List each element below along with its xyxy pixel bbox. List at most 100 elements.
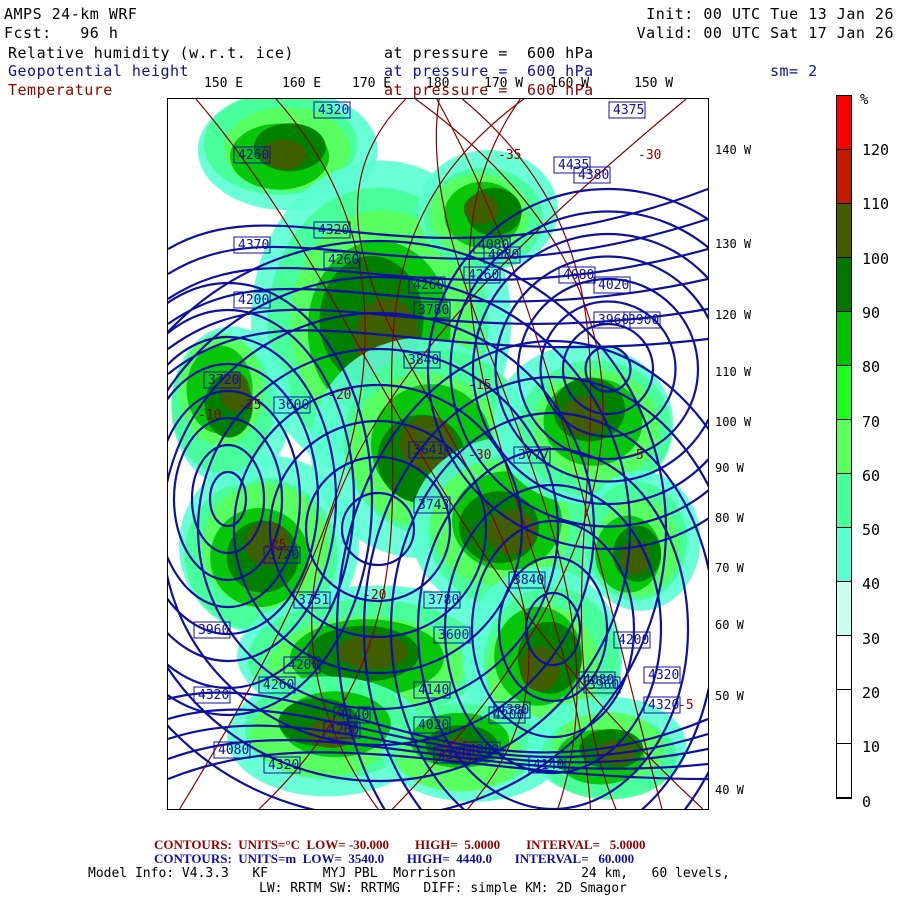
height-label: 3743 [418,498,449,513]
colorbar-label: 70 [862,412,881,431]
temperature-label: -30 [468,448,491,463]
height-label: 4320 [268,758,299,773]
humidity-area [337,634,408,670]
temperature-label: -35 [498,148,521,163]
height-label: 3840 [408,353,439,368]
colorbar-label: 90 [862,303,881,322]
temperature-label: -25 [263,538,286,553]
height-label: 4080 [488,248,519,263]
colorbar-label: 20 [862,684,881,702]
height-label: 4140 [533,758,564,773]
height-label: 4140 [418,683,449,698]
colorbar-label: 100 [862,249,890,268]
colorbar-segment [837,528,851,582]
colorbar-label: 80 [862,358,881,377]
colorbar-segment [837,312,851,366]
height-label: 4140 [338,708,369,723]
colorbar-segment [837,636,851,690]
height-label: 4380 [578,168,609,183]
colorbar-label: 30 [862,629,881,648]
height-label: 3900 [628,313,659,328]
lat-label: 90 W [715,461,744,475]
colorbar-segment [837,420,851,474]
colorbar-segment [837,690,851,744]
temperature-label: -20 [328,388,351,403]
forecast-hour: Fcst: 96 h [4,24,119,42]
height-label: 4260 [328,723,359,738]
colorbar [836,95,852,799]
height-label: 3600 [438,628,469,643]
model-info: Model Info: V4.3.3 KF MYJ PBL Morrison 2… [88,866,730,881]
colorbar-label: 10 [862,738,881,757]
height-label: 4200 [288,658,319,673]
lat-label: 130 W [715,237,752,251]
temperature-label: -10 [198,408,221,423]
temperature-label: -15 [468,378,491,393]
lon-label: 150 E [204,76,244,91]
height-label: 4320 [318,103,349,118]
colorbar-segment [837,474,851,528]
height-label: 4370 [238,238,269,253]
lat-label: 120 W [715,308,752,322]
temperature-label: -25 [238,398,261,413]
height-label: 4380 [438,748,469,763]
colorbar-segment [837,366,851,420]
height-label: 4260 [328,253,359,268]
lat-label: 60 W [715,618,744,632]
colorbar-label: 40 [862,575,881,594]
colorbar-unit: % [860,92,869,108]
field-rh-level: at pressure = 600 hPa [384,44,594,62]
height-label: 3960 [598,313,629,328]
height-label: 4260 [468,268,499,283]
height-label: 4320 [318,223,349,238]
lon-label: 160 E [282,76,322,91]
field-temperature-level: at pressure = 600 hPa [384,81,594,99]
height-label: 4320 [198,688,229,703]
lat-label: 80 W [715,511,744,525]
lat-label: 70 W [715,561,744,575]
colorbar-segment [837,744,851,798]
height-contour-info: CONTOURS: UNITS=m LOW= 3540.0 HIGH= 4440… [154,851,635,866]
temperature-label: -5 [628,448,644,463]
colorbar-label: 120 [862,141,890,159]
height-label: 3641 [413,443,444,458]
height-label: 4380 [498,703,529,718]
height-label: 3777 [518,448,549,463]
height-label: 3600 [278,398,309,413]
lat-label: 40 W [715,783,744,797]
colorbar-segment [837,204,851,258]
lat-label: 140 W [715,143,752,157]
field-height: Geopotential height [8,62,190,80]
colorbar-segment [837,150,851,204]
height-label: 3720 [208,373,239,388]
height-label: 4320 [648,698,679,713]
height-label: 4020 [418,718,449,733]
height-label: 4080 [468,743,499,758]
valid-time: Valid: 00 UTC Sat 17 Jan 26 [636,24,894,42]
colorbar-label: 110 [862,195,890,214]
temperature-label: -20 [363,588,386,603]
colorbar-segment [837,258,851,312]
height-label: 3751 [298,593,329,608]
height-label: 4260 [238,148,269,163]
weather-map-figure: AMPS 24-km WRF Fcst: 96 h Init: 00 UTC T… [0,0,900,900]
height-label: 3960 [198,623,229,638]
map-plot: 4320 437544354380426043704320426042004080… [167,98,709,810]
height-label: 3840 [513,573,544,588]
height-label: 4200 [238,293,269,308]
height-label: 4080 [218,743,249,758]
height-label: 4200 [618,633,649,648]
lat-label: 110 W [715,365,752,379]
height-label: 4260 [413,278,444,293]
height-label: 3780 [418,303,449,318]
height-label: 4080 [563,268,594,283]
temperature-label: -5 [678,698,694,713]
physics-info: LW: RRTM SW: RRTMG DIFF: simple KM: 2D S… [259,881,627,896]
colorbar-label: 50 [862,521,881,540]
colorbar-segment [837,96,851,150]
height-label: 4320 [648,668,679,683]
colorbar-label: 60 [862,466,881,485]
model-title: AMPS 24-km WRF [4,5,138,23]
height-label: 4080 [583,673,614,688]
colorbar-segment [837,582,851,636]
